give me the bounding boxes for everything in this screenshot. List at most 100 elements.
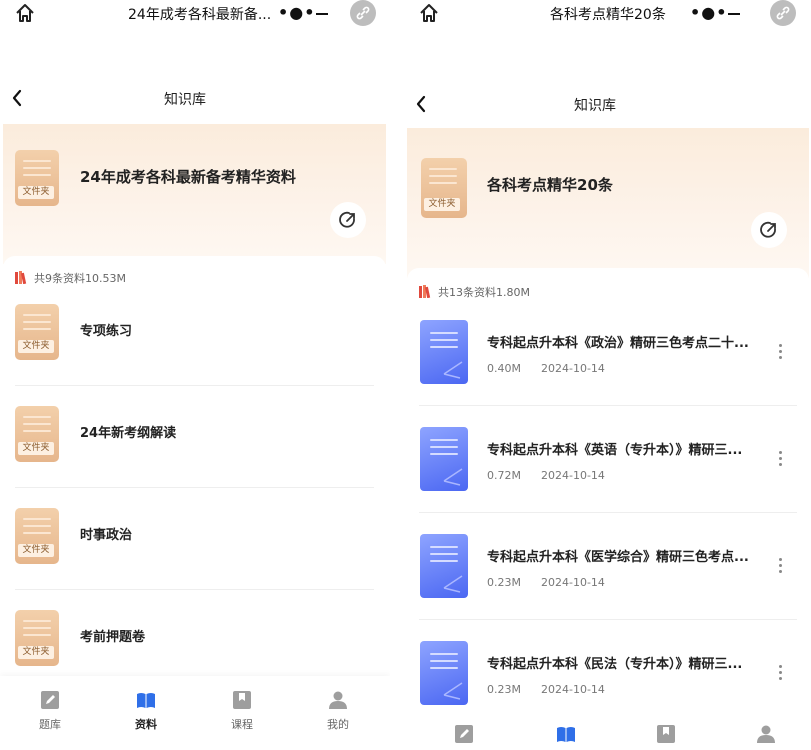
close-miniprogram-button[interactable]	[350, 0, 376, 26]
material-list: 共9条资料10.53M 文件夹 专项练习 文件夹 24年新考纲解读 文件夹 时事…	[3, 256, 386, 676]
tab-label: 资料	[135, 718, 157, 731]
tab-question-bank[interactable]	[424, 708, 504, 750]
books-icon	[15, 271, 27, 284]
tab-bar: 题库 资料 课程 我的	[0, 676, 390, 750]
book-icon	[137, 693, 155, 708]
file-title: 专科起点升本科《英语（专升本）》精研三...	[487, 443, 743, 458]
document-icon	[420, 427, 468, 491]
more-vertical-icon[interactable]	[779, 665, 783, 681]
folder-item[interactable]: 文件夹 24年新考纲解读	[3, 406, 386, 488]
folder-tag: 文件夹	[18, 544, 54, 557]
folder-name: 专项练习	[80, 324, 133, 339]
file-item[interactable]: 专科起点升本科《英语（专升本）》精研三... 0.72M 2024-10-14	[407, 427, 809, 513]
user-icon	[329, 691, 347, 709]
folder-tag: 文件夹	[18, 186, 54, 199]
left-screen: 24年成考各科最新备... •●• 知识库 文件夹 24年成考各科最新备考精华资…	[0, 0, 390, 750]
tab-materials[interactable]	[526, 708, 606, 750]
link-icon	[776, 6, 790, 20]
document-icon	[420, 320, 468, 384]
share-icon	[339, 211, 355, 228]
page-title: 知识库	[574, 98, 616, 114]
folder-name: 24年新考纲解读	[80, 426, 177, 441]
books-icon	[419, 285, 431, 298]
folder-tag: 文件夹	[424, 198, 460, 211]
file-item[interactable]: 专科起点升本科《民法（专升本）》精研三... 0.23M 2024-10-14	[407, 641, 809, 711]
file-date: 2024-10-14	[541, 576, 605, 589]
tab-courses[interactable]	[626, 708, 706, 750]
link-icon	[356, 6, 370, 20]
file-date: 2024-10-14	[541, 362, 605, 375]
tab-me[interactable]	[726, 708, 806, 750]
tab-label: 我的	[327, 718, 349, 731]
folder-icon: 文件夹	[15, 610, 59, 666]
nav-bar: 知识库	[0, 86, 390, 110]
file-size: 0.23M	[487, 576, 521, 589]
divider	[419, 512, 797, 513]
back-arrow-icon[interactable]	[414, 94, 428, 114]
minimize-icon[interactable]	[316, 13, 328, 15]
folder-header: 文件夹 24年成考各科最新备考精华资料	[3, 124, 386, 264]
tab-label: 课程	[231, 718, 253, 731]
folder-icon: 文件夹	[15, 406, 59, 462]
document-icon	[420, 534, 468, 598]
more-vertical-icon[interactable]	[779, 558, 783, 574]
user-icon	[757, 725, 775, 743]
more-dots-icon[interactable]: •●•	[278, 3, 315, 22]
tab-materials[interactable]: 资料	[106, 676, 186, 736]
file-item[interactable]: 专科起点升本科《医学综合》精研三色考点... 0.23M 2024-10-14	[407, 534, 809, 620]
file-title: 专科起点升本科《医学综合》精研三色考点...	[487, 550, 749, 565]
bookmark-icon	[657, 725, 675, 743]
pencil-icon	[41, 691, 59, 709]
tab-question-bank[interactable]: 题库	[10, 676, 90, 736]
folder-item[interactable]: 文件夹 专项练习	[3, 304, 386, 386]
home-icon[interactable]	[14, 2, 36, 24]
document-icon	[420, 641, 468, 705]
back-arrow-icon[interactable]	[10, 88, 24, 108]
material-count-text: 共13条资料1.80M	[438, 286, 530, 299]
share-button[interactable]	[330, 202, 366, 238]
share-button[interactable]	[751, 212, 787, 248]
divider	[419, 619, 797, 620]
folder-header: 文件夹 各科考点精华20条	[407, 128, 809, 278]
tab-courses[interactable]: 课程	[202, 676, 282, 736]
close-miniprogram-button[interactable]	[770, 0, 796, 26]
divider	[15, 385, 374, 386]
folder-item[interactable]: 文件夹 时事政治	[3, 508, 386, 590]
material-count-text: 共9条资料10.53M	[34, 272, 126, 285]
file-size: 0.40M	[487, 362, 521, 375]
folder-tag: 文件夹	[18, 442, 54, 455]
folder-icon: 文件夹	[421, 158, 467, 218]
capsule-bar: 各科考点精华20条 •●•	[404, 0, 811, 28]
folder-tag: 文件夹	[18, 340, 54, 353]
page-title: 知识库	[164, 92, 206, 108]
divider	[419, 405, 797, 406]
folder-icon: 文件夹	[15, 304, 59, 360]
file-title: 专科起点升本科《政治》精研三色考点二十...	[487, 336, 749, 351]
share-icon	[760, 221, 776, 238]
tab-me[interactable]: 我的	[298, 676, 378, 736]
more-dots-icon[interactable]: •●•	[690, 3, 727, 22]
material-count: 共9条资料10.53M	[15, 270, 126, 286]
tab-label: 题库	[39, 718, 61, 731]
more-vertical-icon[interactable]	[779, 451, 783, 467]
file-item[interactable]: 专科起点升本科《政治》精研三色考点二十... 0.40M 2024-10-14	[407, 320, 809, 406]
home-icon[interactable]	[418, 2, 440, 24]
file-date: 2024-10-14	[541, 683, 605, 696]
capsule-title: 24年成考各科最新备...	[128, 7, 272, 23]
file-title: 专科起点升本科《民法（专升本）》精研三...	[487, 657, 743, 672]
capsule-menu: •●•	[268, 1, 350, 27]
capsule-menu: •●•	[680, 1, 762, 27]
tab-bar	[404, 708, 811, 750]
folder-title: 各科考点精华20条	[487, 176, 613, 194]
folder-icon: 文件夹	[15, 508, 59, 564]
more-vertical-icon[interactable]	[779, 344, 783, 360]
nav-bar: 知识库	[404, 92, 811, 116]
folder-item[interactable]: 文件夹 考前押题卷	[3, 610, 386, 680]
folder-name: 时事政治	[80, 528, 133, 543]
folder-icon: 文件夹	[15, 150, 59, 206]
bookmark-icon	[233, 691, 251, 709]
minimize-icon[interactable]	[728, 13, 740, 15]
book-icon	[557, 727, 575, 742]
folder-title: 24年成考各科最新备考精华资料	[80, 168, 296, 186]
pencil-icon	[455, 725, 473, 743]
